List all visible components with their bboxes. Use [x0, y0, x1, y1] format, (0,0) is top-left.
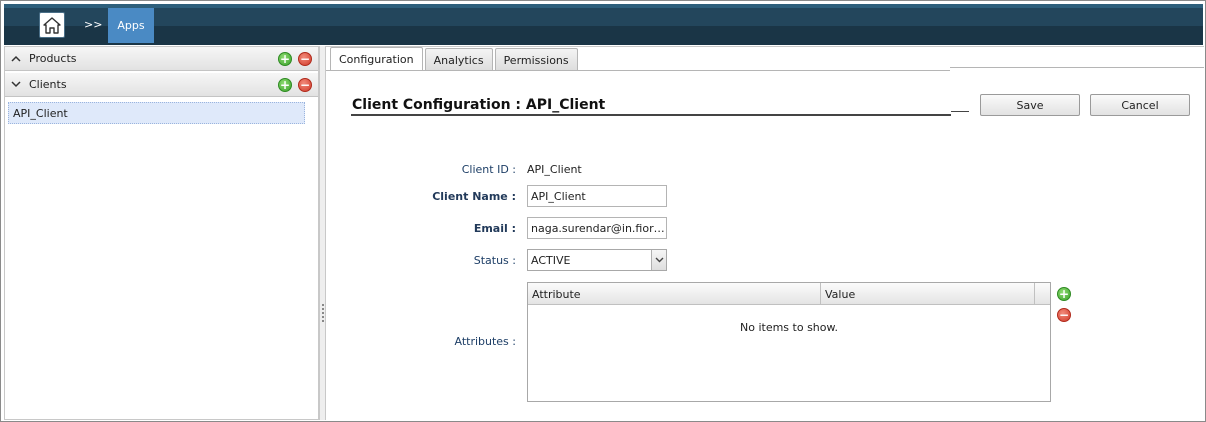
tab-configuration[interactable]: Configuration — [330, 47, 423, 71]
add-client-icon[interactable]: + — [278, 77, 292, 92]
tab-divider-right — [950, 67, 1204, 68]
client-name-field[interactable]: API_Client — [527, 185, 667, 207]
remove-client-icon[interactable]: − — [298, 77, 312, 92]
clients-label: Clients — [29, 78, 67, 91]
remove-product-icon[interactable]: − — [298, 51, 312, 66]
home-button[interactable] — [39, 12, 65, 38]
grid-header: Attribute Value — [528, 283, 1050, 305]
title-underline-tail — [951, 111, 969, 112]
remove-attribute-icon[interactable]: − — [1057, 308, 1071, 322]
email-label: Email : — [473, 222, 516, 235]
home-icon — [43, 16, 61, 34]
title-underline — [351, 114, 951, 116]
add-product-icon[interactable]: + — [278, 51, 292, 66]
attributes-label: Attributes : — [454, 335, 516, 348]
content-panel: Configuration Analytics Permissions Clie… — [326, 46, 1204, 420]
chevron-down-icon[interactable] — [11, 81, 21, 88]
client-name-label: Client Name : — [432, 190, 516, 203]
cancel-button[interactable]: Cancel — [1090, 94, 1190, 116]
grid-empty-message: No items to show. — [740, 321, 838, 334]
chevron-down-icon[interactable] — [651, 250, 666, 270]
client-id-label: Client ID : — [461, 163, 516, 176]
grid-column-filler — [1035, 283, 1050, 305]
chevron-up-icon[interactable] — [11, 55, 21, 62]
client-list-item[interactable]: API_Client — [8, 102, 305, 124]
top-navigation-bar: >> Apps — [4, 4, 1203, 45]
save-button[interactable]: Save — [980, 94, 1080, 116]
clients-section-header[interactable]: Clients + − — [5, 73, 318, 97]
client-id-value: API_Client — [527, 163, 582, 176]
grid-column-attribute[interactable]: Attribute — [528, 283, 821, 305]
status-value: ACTIVE — [531, 253, 571, 267]
attributes-grid: Attribute Value No items to show. — [527, 282, 1051, 402]
panel-splitter[interactable] — [319, 46, 326, 420]
status-label: Status : — [473, 254, 516, 267]
tab-analytics[interactable]: Analytics — [424, 48, 493, 71]
breadcrumb-apps[interactable]: Apps — [108, 8, 154, 43]
breadcrumb-separator: >> — [84, 18, 103, 31]
tab-divider — [326, 70, 950, 71]
app-window: >> Apps Products + − Clients + − API_Cli… — [0, 0, 1206, 422]
add-attribute-icon[interactable]: + — [1057, 287, 1071, 301]
left-panel: Products + − Clients + − API_Client — [4, 46, 319, 420]
products-label: Products — [29, 52, 77, 65]
topbar-band — [4, 8, 1203, 26]
email-field[interactable]: naga.surendar@in.fior… — [527, 217, 667, 239]
grid-column-value[interactable]: Value — [821, 283, 1035, 305]
page-title: Client Configuration : API_Client — [352, 97, 606, 113]
tab-permissions[interactable]: Permissions — [494, 48, 578, 71]
status-select[interactable]: ACTIVE — [527, 249, 667, 271]
splitter-grip-icon[interactable] — [322, 304, 324, 322]
tab-bar: Configuration Analytics Permissions — [330, 47, 578, 71]
products-section-header[interactable]: Products + − — [5, 47, 318, 71]
